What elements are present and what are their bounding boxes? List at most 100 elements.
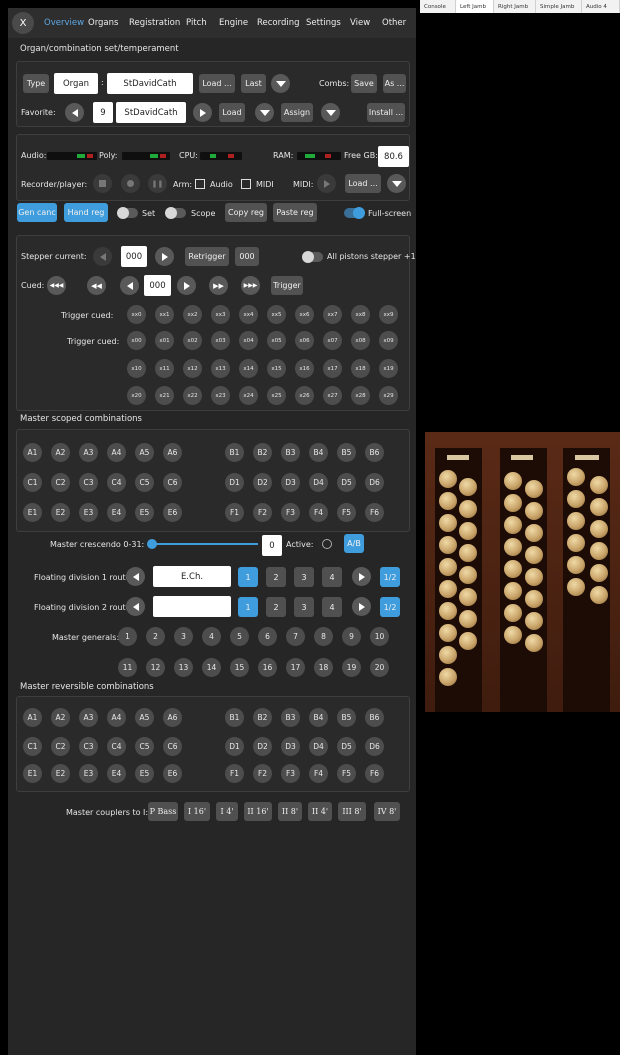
retrigger-value[interactable]: 000: [235, 247, 259, 266]
general-2[interactable]: 2: [146, 627, 165, 646]
cue-x27[interactable]: x27: [323, 386, 342, 405]
cue-x00[interactable]: x00: [127, 331, 146, 350]
rev-F5[interactable]: F5: [337, 764, 356, 783]
stop-knob[interactable]: [504, 582, 522, 600]
floating-div1-2[interactable]: 2: [266, 567, 286, 587]
scope-toggle[interactable]: [165, 207, 186, 219]
rev-C2[interactable]: C2: [51, 737, 70, 756]
stop-knob[interactable]: [459, 478, 477, 496]
stop-knob[interactable]: [504, 538, 522, 556]
rev-B5[interactable]: B5: [337, 708, 356, 727]
tab-simple-jamb[interactable]: Simple Jamb: [536, 0, 582, 13]
cue-x07[interactable]: x07: [323, 331, 342, 350]
floating-div2-2[interactable]: 2: [266, 597, 286, 617]
scoped-D4[interactable]: D4: [309, 473, 328, 492]
fullscreen-toggle[interactable]: [344, 207, 365, 219]
rev-F2[interactable]: F2: [253, 764, 272, 783]
rev-D4[interactable]: D4: [309, 737, 328, 756]
scoped-F1[interactable]: F1: [225, 503, 244, 522]
cue-x06[interactable]: x06: [295, 331, 314, 350]
rev-B2[interactable]: B2: [253, 708, 272, 727]
tab-right-jamb[interactable]: Right Jamb: [494, 0, 536, 13]
rev-F6[interactable]: F6: [365, 764, 384, 783]
stop-knob[interactable]: [567, 534, 585, 552]
coupler-ii-4[interactable]: II 4': [308, 802, 332, 821]
stop-knob[interactable]: [567, 468, 585, 486]
rev-B1[interactable]: B1: [225, 708, 244, 727]
general-15[interactable]: 15: [230, 658, 249, 677]
favorite-assign-button[interactable]: Assign: [281, 103, 313, 122]
cue-x13[interactable]: x13: [211, 359, 230, 378]
stop-knob[interactable]: [590, 520, 608, 538]
rev-A4[interactable]: A4: [107, 708, 126, 727]
rev-E1[interactable]: E1: [23, 764, 42, 783]
coupler-ii-8[interactable]: II 8': [278, 802, 302, 821]
scoped-E2[interactable]: E2: [51, 503, 70, 522]
scoped-B5[interactable]: B5: [337, 443, 356, 462]
cue-x12[interactable]: x12: [183, 359, 202, 378]
general-5[interactable]: 5: [230, 627, 249, 646]
scoped-C4[interactable]: C4: [107, 473, 126, 492]
coupler-i-4[interactable]: I 4': [216, 802, 238, 821]
stop-knob[interactable]: [590, 586, 608, 604]
tab-left-jamb[interactable]: Left Jamb: [456, 0, 494, 13]
cue-x01[interactable]: x01: [155, 331, 174, 350]
stop-knob[interactable]: [439, 624, 457, 642]
stop-knob[interactable]: [439, 668, 457, 686]
midi-play-button[interactable]: [317, 174, 336, 193]
cue-xx6[interactable]: xx6: [295, 305, 314, 324]
cued-trigger-button[interactable]: Trigger: [271, 276, 303, 295]
general-13[interactable]: 13: [174, 658, 193, 677]
stop-button[interactable]: [93, 174, 112, 193]
crescendo-slider[interactable]: [152, 543, 258, 545]
cue-x25[interactable]: x25: [267, 386, 286, 405]
scoped-D3[interactable]: D3: [281, 473, 300, 492]
cue-x17[interactable]: x17: [323, 359, 342, 378]
tab-recording[interactable]: Recording: [257, 18, 300, 28]
stop-knob[interactable]: [439, 536, 457, 554]
rev-E4[interactable]: E4: [107, 764, 126, 783]
general-7[interactable]: 7: [286, 627, 305, 646]
tab-settings[interactable]: Settings: [306, 18, 341, 28]
cue-x18[interactable]: x18: [351, 359, 370, 378]
scoped-C5[interactable]: C5: [135, 473, 154, 492]
scoped-C6[interactable]: C6: [163, 473, 182, 492]
cue-xx2[interactable]: xx2: [183, 305, 202, 324]
cued-rewind-button[interactable]: ◀◀: [87, 276, 106, 295]
cued-next-button[interactable]: [177, 276, 196, 295]
stop-knob[interactable]: [567, 578, 585, 596]
floating-div1-next[interactable]: [352, 567, 371, 586]
cued-prev-button[interactable]: [120, 276, 139, 295]
record-button[interactable]: [121, 174, 140, 193]
coupler-ii-16[interactable]: II 16': [244, 802, 272, 821]
cue-x22[interactable]: x22: [183, 386, 202, 405]
cue-xx4[interactable]: xx4: [239, 305, 258, 324]
rev-B4[interactable]: B4: [309, 708, 328, 727]
stop-knob[interactable]: [459, 544, 477, 562]
rev-A1[interactable]: A1: [23, 708, 42, 727]
cue-x20[interactable]: x20: [127, 386, 146, 405]
general-1[interactable]: 1: [118, 627, 137, 646]
scoped-C3[interactable]: C3: [79, 473, 98, 492]
stop-knob[interactable]: [590, 498, 608, 516]
scoped-B2[interactable]: B2: [253, 443, 272, 462]
rev-E2[interactable]: E2: [51, 764, 70, 783]
rev-F1[interactable]: F1: [225, 764, 244, 783]
cue-x11[interactable]: x11: [155, 359, 174, 378]
cue-xx3[interactable]: xx3: [211, 305, 230, 324]
stop-knob[interactable]: [567, 490, 585, 508]
stop-knob[interactable]: [525, 480, 543, 498]
floating-div1-4[interactable]: 4: [322, 567, 342, 587]
stop-knob[interactable]: [525, 502, 543, 520]
stop-knob[interactable]: [590, 476, 608, 494]
stop-knob[interactable]: [590, 542, 608, 560]
stop-knob[interactable]: [525, 590, 543, 608]
scoped-F4[interactable]: F4: [309, 503, 328, 522]
cue-x16[interactable]: x16: [295, 359, 314, 378]
rev-C4[interactable]: C4: [107, 737, 126, 756]
floating-div1-1[interactable]: 1: [238, 567, 258, 587]
stop-knob[interactable]: [590, 564, 608, 582]
cue-x15[interactable]: x15: [267, 359, 286, 378]
stop-knob[interactable]: [459, 632, 477, 650]
cue-xx7[interactable]: xx7: [323, 305, 342, 324]
